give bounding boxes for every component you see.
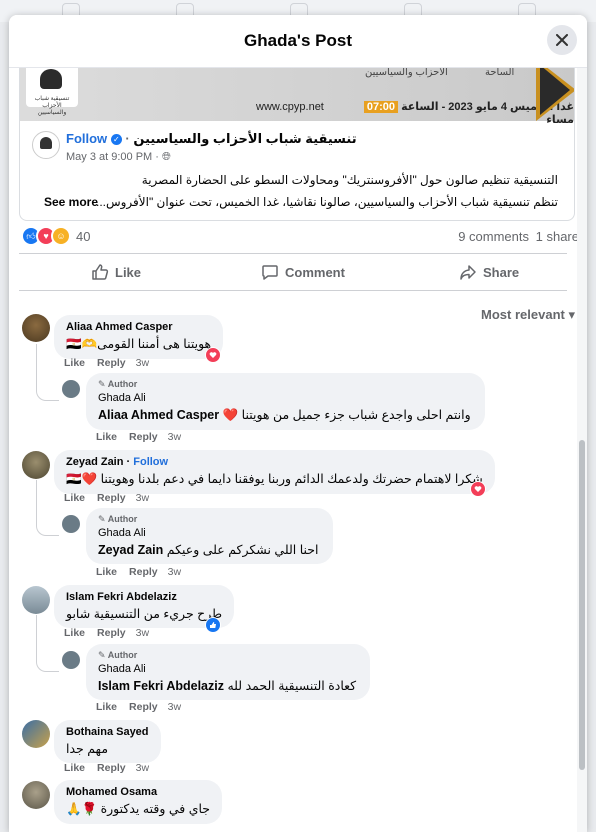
reply-bubble: ✎ Author Ghada Ali وانتم احلى واجدع شباب… <box>86 373 485 430</box>
comment-author-row: Zeyad Zain · Follow <box>66 456 169 468</box>
comment-text: هويتنا هى أمننا القومى🫶🇪🇬 <box>66 337 212 351</box>
close-button[interactable] <box>547 25 577 55</box>
avatar[interactable] <box>22 586 50 614</box>
comment-text: مهم جدا <box>66 742 109 756</box>
comment-bubble: Bothaina Sayed مهم جدا <box>54 720 161 763</box>
avatar[interactable] <box>62 651 80 669</box>
comment-meta: Like Reply 3w <box>96 566 182 578</box>
share-button[interactable]: Share <box>459 254 519 290</box>
post-text-line-2: تنظم تنسيقية شباب الأحزاب والسياسيين، صا… <box>95 195 558 209</box>
comment-text: كعادة التنسيقية الحمد لله Islam Fekri Ab… <box>98 679 357 693</box>
love-reaction-badge-icon[interactable] <box>205 347 221 363</box>
reaction-count: 40 <box>76 228 91 244</box>
page-name[interactable]: تنسيقية شباب الأحزاب والسياسيين <box>133 131 356 146</box>
comment-meta: Like Reply 3w <box>64 627 150 639</box>
close-icon <box>556 34 568 46</box>
avatar[interactable] <box>62 380 80 398</box>
comment-text: طرح جريء من التنسيقية شابو <box>66 607 223 621</box>
comment-author[interactable]: Ghada Ali <box>98 527 319 539</box>
like-reaction-badge-icon[interactable] <box>205 617 221 633</box>
thread-line <box>36 344 59 401</box>
scrollbar-thumb[interactable] <box>579 440 585 770</box>
comment-bubble: Mohamed Osama جاي في وقته يدكتورة 🌹🙏 <box>54 780 223 824</box>
comments-count[interactable]: 9 comments <box>458 229 529 244</box>
comment-bubble: Zeyad Zain · Follow شكرا لاهتمام حضرتك و… <box>54 450 495 494</box>
comment-bubble: Aliaa Ahmed Casper هويتنا هى أمننا القوم… <box>54 315 224 359</box>
avatar[interactable] <box>22 781 50 809</box>
comment-button[interactable]: Comment <box>261 254 345 290</box>
avatar[interactable] <box>62 515 80 533</box>
sort-comments-dropdown[interactable]: Most relevant ▾ <box>481 307 575 323</box>
comment-author[interactable]: Aliaa Ahmed Casper <box>66 321 211 333</box>
event-banner-image: تنسيقية شباب الأحزاب والسياسيين الأحزاب … <box>20 68 574 126</box>
banner-subtitle-2: الساحة <box>485 68 515 78</box>
mention-link[interactable]: Aliaa Ahmed Casper <box>98 408 219 422</box>
follow-link[interactable]: Follow <box>133 456 168 468</box>
avatar[interactable] <box>22 314 50 342</box>
author-badge: ✎ Author <box>98 514 138 524</box>
comment-time[interactable]: 3w <box>136 357 149 369</box>
comment-meta: Like Reply 3w <box>96 701 182 713</box>
comment-text: وانتم احلى واجدع شباب جزء جميل من هويتنا… <box>98 408 471 422</box>
thread-line <box>36 615 59 672</box>
reactions-summary[interactable]: 👍︎ ♥ ☺ 40 <box>21 226 90 246</box>
verified-badge-icon: ✓ <box>110 134 122 145</box>
shares-count[interactable]: 1 share <box>536 229 579 244</box>
comment-author[interactable]: Islam Fekri Abdelaziz <box>66 591 222 603</box>
modal-title: Ghada's Post <box>244 31 352 50</box>
avatar[interactable] <box>22 720 50 748</box>
comment-text: شكرا لاهتمام حضرتك ولدعمك الدائم وربنا ي… <box>66 472 483 486</box>
comment-author[interactable]: Mohamed Osama <box>66 786 210 798</box>
share-icon <box>460 265 476 280</box>
post-text-line-1: التنسيقية تنظيم صالون حول "الأفروسنتريك"… <box>141 173 558 187</box>
comment-meta: Like Reply 3w <box>64 762 150 774</box>
care-reaction-icon: ☺ <box>51 226 71 246</box>
comment-author[interactable]: Ghada Ali <box>98 392 471 404</box>
comment-author[interactable]: Ghada Ali <box>98 663 356 675</box>
like-label: Like <box>115 264 142 280</box>
love-reaction-badge-icon[interactable] <box>470 481 486 497</box>
banner-url: www.cpyp.net <box>256 101 324 113</box>
comment-meta: Like Reply 3w <box>96 431 182 443</box>
globe-icon: 🌐︎ <box>162 151 171 163</box>
reply-bubble: ✎ Author Ghada Ali كعادة التنسيقية الحمد… <box>86 644 371 700</box>
avatar[interactable] <box>22 451 50 479</box>
comment-like-link[interactable]: Like <box>64 357 85 369</box>
reply-bubble: ✎ Author Ghada Ali احنا اللي نشكركم على … <box>86 508 333 564</box>
see-more-link[interactable]: See more <box>44 195 98 209</box>
caret-down-icon: ▾ <box>568 307 575 322</box>
comment-meta: Like Reply 3w <box>64 492 150 504</box>
comment-icon <box>262 265 278 280</box>
thread-line <box>36 480 59 536</box>
author-badge: ✎ Author <box>98 650 138 660</box>
comment-label: Comment <box>285 264 345 280</box>
modal-body: تنسيقية شباب الأحزاب والسياسيين الأحزاب … <box>9 68 587 832</box>
modal-header: Ghada's Post <box>9 15 587 68</box>
post-modal: Ghada's Post تنسيقية شباب الأحزاب والسيا… <box>9 15 587 832</box>
post-timestamp[interactable]: May 3 at 9:00 PM · 🌐︎ <box>66 151 171 164</box>
mention-link[interactable]: Zeyad Zain <box>98 543 163 557</box>
follow-link[interactable]: Follow <box>66 131 107 146</box>
banner-subtitle: الأحزاب والسياسيين <box>365 68 448 78</box>
comment-meta: Like Reply 3w <box>64 357 149 369</box>
post-action-bar: Like Comment Share <box>19 253 567 291</box>
page-avatar[interactable] <box>32 131 60 159</box>
thumbs-up-icon <box>92 264 109 280</box>
comment-reply-link[interactable]: Reply <box>97 357 126 369</box>
shared-post-card[interactable]: تنسيقية شباب الأحزاب والسياسيين الأحزاب … <box>19 68 575 221</box>
comment-author[interactable]: Bothaina Sayed <box>66 726 149 738</box>
comment-text: جاي في وقته يدكتورة 🌹🙏 <box>66 802 211 816</box>
share-label: Share <box>483 264 520 280</box>
mention-link[interactable]: Islam Fekri Abdelaziz <box>98 679 224 693</box>
comment-text: احنا اللي نشكركم على وعيكم Zeyad Zain <box>98 543 319 557</box>
organization-logo: تنسيقية شباب الأحزاب والسياسيين <box>26 68 78 116</box>
page-name-row: Follow ✓ · تنسيقية شباب الأحزاب والسياسي… <box>66 131 357 146</box>
author-badge: ✎ Author <box>98 379 138 389</box>
like-button[interactable]: Like <box>91 254 141 290</box>
